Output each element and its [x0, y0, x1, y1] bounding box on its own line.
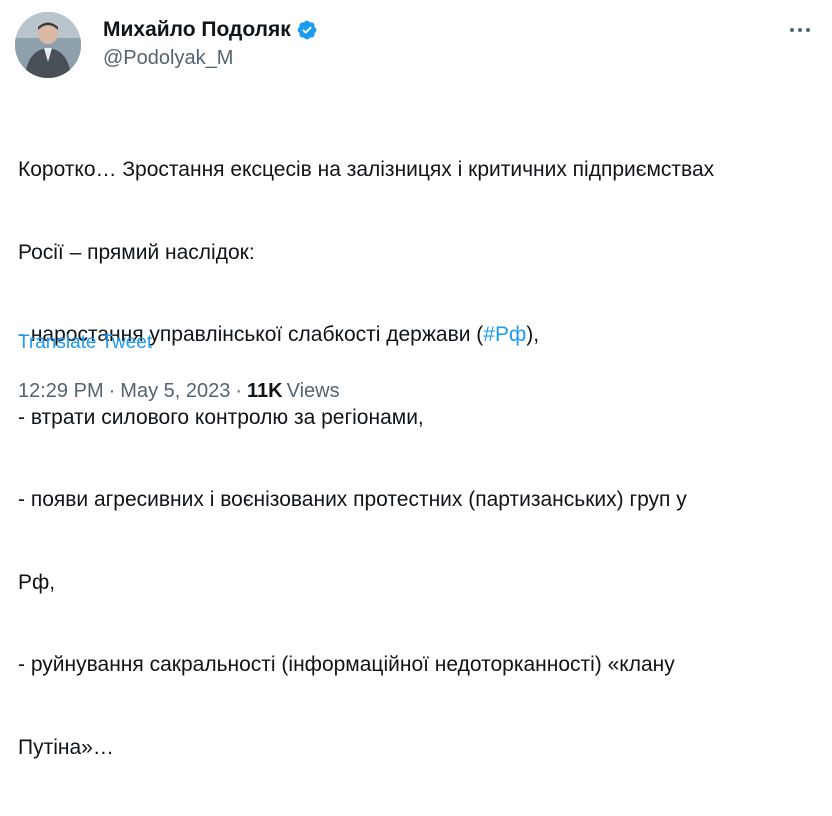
tweet-date[interactable]: May 5, 2023: [120, 378, 230, 404]
tweet-meta: 12:29 PM · May 5, 2023 · 11K Views: [18, 378, 340, 404]
tweet-line: Коротко… Зростання ексцесів на залізниця…: [18, 158, 715, 181]
avatar-photo: [15, 12, 81, 78]
hashtag-link[interactable]: #Рф: [483, 323, 526, 346]
tweet-text: Коротко… Зростання ексцесів на залізниця…: [18, 101, 818, 816]
author-display-name[interactable]: Михайло Подоляк: [103, 17, 291, 43]
more-options-icon[interactable]: [786, 18, 814, 42]
more-dot: [790, 28, 794, 32]
tweet-line: - появи агресивних і воєнізованих протес…: [18, 488, 687, 511]
more-dot: [806, 28, 810, 32]
meta-separator: ·: [108, 380, 116, 402]
tweet-line: - руйнування сакральності (інформаційної…: [18, 653, 675, 676]
views-label: Views: [286, 380, 340, 402]
avatar[interactable]: [15, 12, 81, 78]
meta-separator: ·: [235, 380, 243, 402]
tweet-line-suffix: ),: [526, 323, 540, 346]
views-count: 11K: [247, 380, 283, 402]
translate-tweet-link[interactable]: Translate Tweet: [18, 331, 152, 355]
more-dot: [798, 28, 802, 32]
tweet-time[interactable]: 12:29 PM: [18, 378, 104, 404]
verified-badge-icon[interactable]: [296, 19, 318, 41]
tweet-line: Рф,: [18, 570, 56, 594]
author-name-row: Михайло Подоляк: [103, 17, 318, 43]
tweet-line: Росії – прямий наслідок:: [18, 240, 255, 264]
tweet-line: Путіна»…: [18, 735, 114, 759]
author-handle[interactable]: @Podolyak_M: [103, 45, 233, 71]
tweet-card: Михайло Подоляк @Podolyak_M Коротко… Зро…: [0, 0, 832, 759]
tweet-line: - втрати силового контролю за регіонами,: [18, 405, 424, 429]
